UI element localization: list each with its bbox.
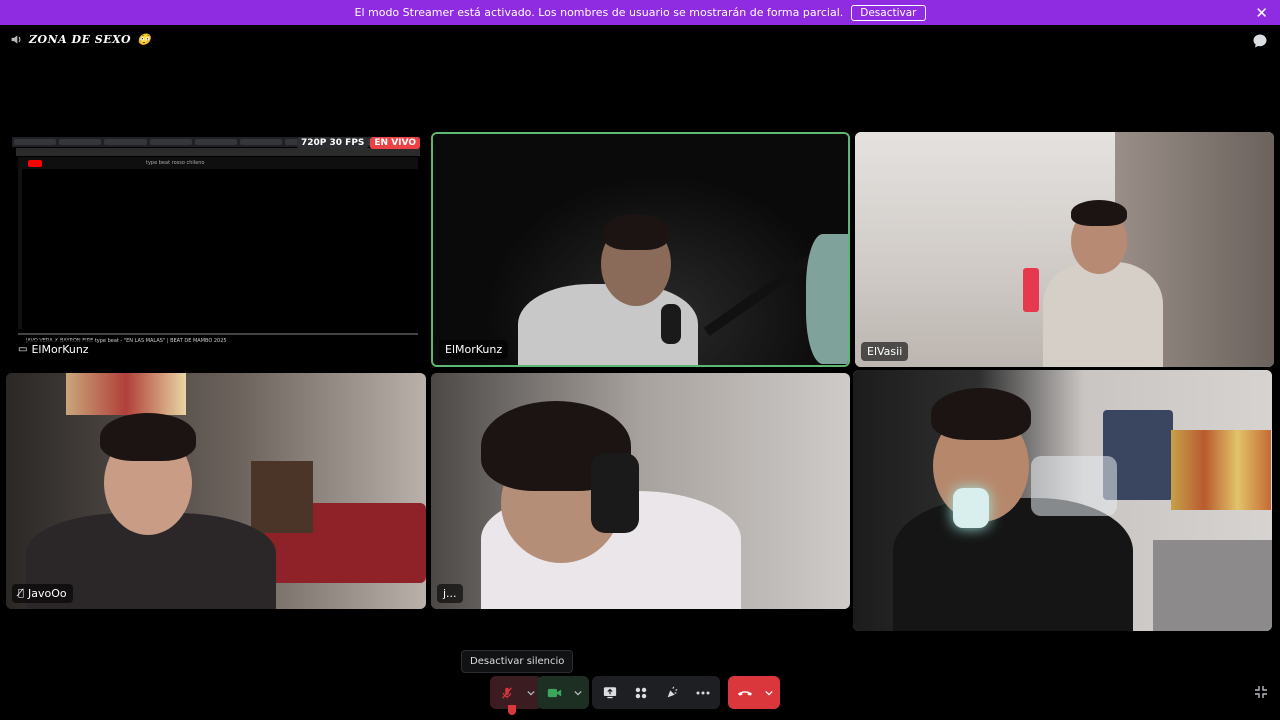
mic-control-group xyxy=(490,676,542,709)
chevron-down-icon xyxy=(527,690,535,695)
more-options-button[interactable] xyxy=(690,680,716,706)
muted-mic-icon: 🎙̸ xyxy=(18,588,25,599)
channel-name: ZONA DE SEXO xyxy=(29,33,132,46)
streamer-mode-banner: El modo Streamer está activado. Los nomb… xyxy=(0,0,1280,25)
headphones xyxy=(591,453,639,533)
mute-tooltip: Desactivar silencio xyxy=(461,650,574,673)
background-object xyxy=(806,234,848,364)
microphone xyxy=(661,304,681,344)
tile-name-label: ElVasii xyxy=(861,342,909,361)
camera-tile-elvasii[interactable]: ElVasii xyxy=(855,132,1274,367)
channel-header: ZONA DE SEXO 😳 xyxy=(10,33,151,46)
camera-control-group xyxy=(537,676,589,709)
tile-name-label: j... xyxy=(437,584,463,603)
close-icon[interactable]: ✕ xyxy=(1255,4,1268,22)
youtube-search-text: type beat rosso chileno xyxy=(146,160,205,166)
person-hair xyxy=(1071,200,1127,226)
person-hair xyxy=(603,214,669,250)
youtube-header: type beat rosso chileno xyxy=(18,157,418,169)
camera-button[interactable] xyxy=(541,680,567,706)
glass xyxy=(1031,456,1117,516)
activity-control-group xyxy=(592,676,720,709)
banner-message: El modo Streamer está activado. Los nomb… xyxy=(354,6,844,19)
share-screen-button[interactable] xyxy=(597,680,623,706)
live-badge: EN VIVO xyxy=(370,137,420,149)
speaker-icon xyxy=(11,35,21,44)
posters xyxy=(66,373,186,415)
browser-sidebar xyxy=(18,169,22,329)
person-body xyxy=(1043,262,1163,367)
browser-url-bar xyxy=(16,148,420,156)
disconnect-control-group xyxy=(728,676,780,709)
camera-options-caret[interactable] xyxy=(571,680,585,706)
screen-share-icon xyxy=(603,687,616,699)
desk xyxy=(1153,540,1272,631)
more-icon xyxy=(696,691,709,694)
cursor-indicator xyxy=(508,705,516,715)
soundboard-button[interactable] xyxy=(659,680,685,706)
tile-name-label: ElMorKunz xyxy=(439,340,509,359)
screenshare-tile[interactable]: type beat rosso chileno 720P 30 FPS EN V… xyxy=(6,133,426,365)
person-body xyxy=(893,498,1133,631)
person-hair xyxy=(931,388,1031,440)
stream-badges: 720P 30 FPS EN VIVO xyxy=(297,137,420,149)
tile-name-label: ▭ ElMorKunz xyxy=(12,340,95,359)
microphone xyxy=(953,488,989,528)
chevron-down-icon xyxy=(765,690,773,695)
muted-mic-icon xyxy=(502,686,512,699)
camera-tile-elmorkunz[interactable]: ElMorKunz xyxy=(431,132,850,367)
activities-icon xyxy=(635,687,646,698)
camera-tile-javooo[interactable]: 🎙̸ JavoOo xyxy=(6,373,426,609)
video-progress-bar xyxy=(18,333,418,335)
screen-share-icon: ▭ xyxy=(18,344,28,355)
unmute-button[interactable] xyxy=(494,680,520,706)
chevron-down-icon xyxy=(574,690,582,695)
deactivate-button[interactable]: Desactivar xyxy=(851,4,926,21)
dresser xyxy=(251,461,313,533)
camera-tile-j[interactable]: j... xyxy=(431,373,850,609)
exit-fullscreen-icon[interactable] xyxy=(1254,685,1268,699)
figure-boxes xyxy=(1171,430,1271,510)
tile-name-label: 🎙̸ JavoOo xyxy=(12,584,73,603)
person-hair xyxy=(100,413,196,461)
activities-button[interactable] xyxy=(628,680,654,706)
youtube-logo xyxy=(28,159,42,167)
chat-bubble-icon[interactable] xyxy=(1252,33,1268,49)
disconnect-options-caret[interactable] xyxy=(762,680,776,706)
mic-options-caret[interactable] xyxy=(524,680,538,706)
red-light xyxy=(1023,268,1039,312)
disconnect-button[interactable] xyxy=(732,680,758,706)
soundboard-icon xyxy=(667,686,678,697)
camera-icon xyxy=(547,688,561,697)
camera-tile-unnamed[interactable] xyxy=(853,370,1272,631)
channel-emoji: 😳 xyxy=(137,33,152,46)
quality-badge: 720P 30 FPS xyxy=(297,137,369,149)
hang-up-icon xyxy=(737,690,753,696)
